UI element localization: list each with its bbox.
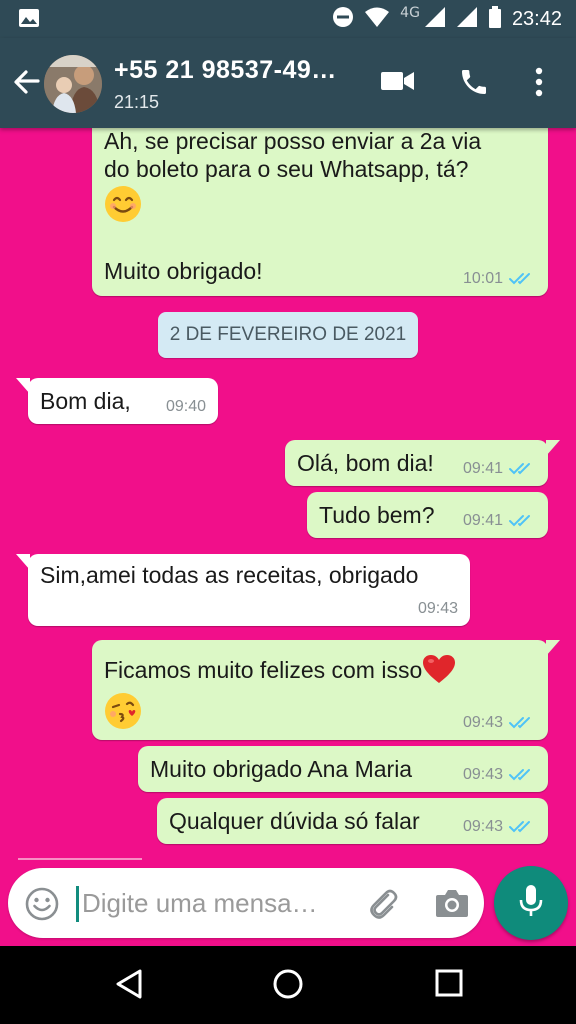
read-ticks-icon: [508, 767, 536, 783]
message-meta: 09:43: [463, 714, 536, 732]
message-meta: 09:43: [418, 600, 458, 618]
camera-icon[interactable]: [434, 886, 470, 924]
read-ticks-icon: [508, 819, 536, 835]
message-time: 09:43: [462, 714, 503, 731]
signal-icon-2: [456, 6, 478, 32]
signal-icon: [424, 6, 446, 32]
smiling-face-icon: [104, 185, 142, 223]
read-ticks-icon: [508, 461, 536, 477]
message-time: 09:43: [462, 818, 503, 835]
bubble-tail: [16, 554, 30, 570]
contact-name[interactable]: +55 21 98537-49…: [114, 56, 337, 85]
back-arrow-icon[interactable]: [10, 66, 42, 98]
message-outgoing[interactable]: Muito obrigado Ana Maria 09:43: [138, 746, 548, 792]
message-composer: [8, 868, 484, 938]
message-outgoing[interactable]: Qualquer dúvida só falar 09:43: [157, 798, 548, 844]
message-text: do boleto para o seu Whatsapp, tá?: [104, 156, 469, 182]
read-ticks-icon: [508, 715, 536, 731]
message-text: Ficamos muito felizes com isso: [104, 657, 423, 683]
emoji-icon[interactable]: [24, 886, 60, 926]
message-meta: 09:41: [463, 460, 536, 478]
divider: [18, 858, 142, 860]
message-time: 09:40: [165, 398, 206, 415]
read-ticks-icon: [508, 513, 536, 529]
message-incoming[interactable]: Sim,amei todas as receitas, obrigado 09:…: [28, 554, 470, 626]
bubble-tail: [16, 378, 30, 394]
message-outgoing[interactable]: Olá, bom dia! 09:41: [285, 440, 548, 486]
bubble-tail: [546, 640, 560, 656]
message-text: Muito obrigado Ana Maria: [150, 756, 413, 782]
nav-home-icon[interactable]: [272, 968, 304, 1004]
bubble-tail: [546, 440, 560, 456]
nav-back-icon[interactable]: [114, 968, 144, 1004]
message-meta: 09:41: [463, 512, 536, 530]
message-time: 09:41: [462, 512, 503, 529]
gallery-notification-icon: [18, 8, 40, 32]
message-text-line: Ficamos muito felizes com isso: [104, 654, 456, 690]
contact-avatar[interactable]: [44, 55, 102, 113]
network-type: 4G: [400, 5, 420, 21]
message-time: 09:41: [462, 460, 503, 477]
message-incoming[interactable]: Bom dia, 09:40: [28, 378, 218, 424]
message-time: 09:43: [417, 600, 458, 617]
message-outgoing[interactable]: Ah, se precisar posso enviar a 2a via do…: [92, 128, 548, 296]
nav-recents-icon[interactable]: [434, 968, 464, 1002]
message-text: Qualquer dúvida só falar: [169, 808, 420, 834]
chat-header: +55 21 98537-49… 21:15: [0, 38, 576, 128]
message-list[interactable]: Ah, se precisar posso enviar a 2a via do…: [0, 128, 576, 858]
message-input[interactable]: [82, 882, 352, 924]
date-divider: 2 DE FEVEREIRO DE 2021: [158, 312, 418, 358]
message-time: 09:43: [462, 766, 503, 783]
message-time: 10:01: [462, 270, 503, 287]
battery-icon: [488, 6, 502, 32]
attach-icon[interactable]: [364, 886, 400, 926]
message-outgoing[interactable]: Tudo bem? 09:41: [307, 492, 548, 538]
read-ticks-icon: [508, 271, 536, 287]
text-cursor: [76, 886, 79, 922]
last-seen: 21:15: [114, 92, 160, 112]
message-text: Bom dia,: [40, 388, 131, 414]
video-call-icon[interactable]: [380, 66, 416, 100]
microphone-button[interactable]: [494, 866, 568, 940]
message-text: Ah, se precisar posso enviar a 2a via: [104, 128, 482, 154]
more-options-icon[interactable]: [534, 66, 544, 102]
kissing-face-icon: [104, 692, 142, 730]
do-not-disturb-icon: [332, 6, 354, 32]
system-navigation-bar: [0, 946, 576, 1024]
wifi-icon: [364, 6, 390, 32]
red-heart-icon: [422, 654, 456, 690]
status-bar: 4G 23:42: [0, 0, 576, 38]
message-meta: 10:01: [463, 270, 536, 288]
voice-call-icon[interactable]: [458, 66, 490, 102]
message-outgoing[interactable]: Ficamos muito felizes com isso 09:43: [92, 640, 548, 740]
message-meta: 09:43: [463, 818, 536, 836]
message-text: Tudo bem?: [319, 502, 435, 528]
message-meta: 09:43: [463, 766, 536, 784]
message-text: Sim,amei todas as receitas, obrigado: [40, 562, 419, 588]
message-meta: 09:40: [166, 398, 206, 416]
clock: 23:42: [511, 7, 562, 30]
microphone-icon: [516, 883, 546, 923]
message-text: Muito obrigado!: [104, 258, 263, 284]
message-text: Olá, bom dia!: [297, 450, 434, 476]
